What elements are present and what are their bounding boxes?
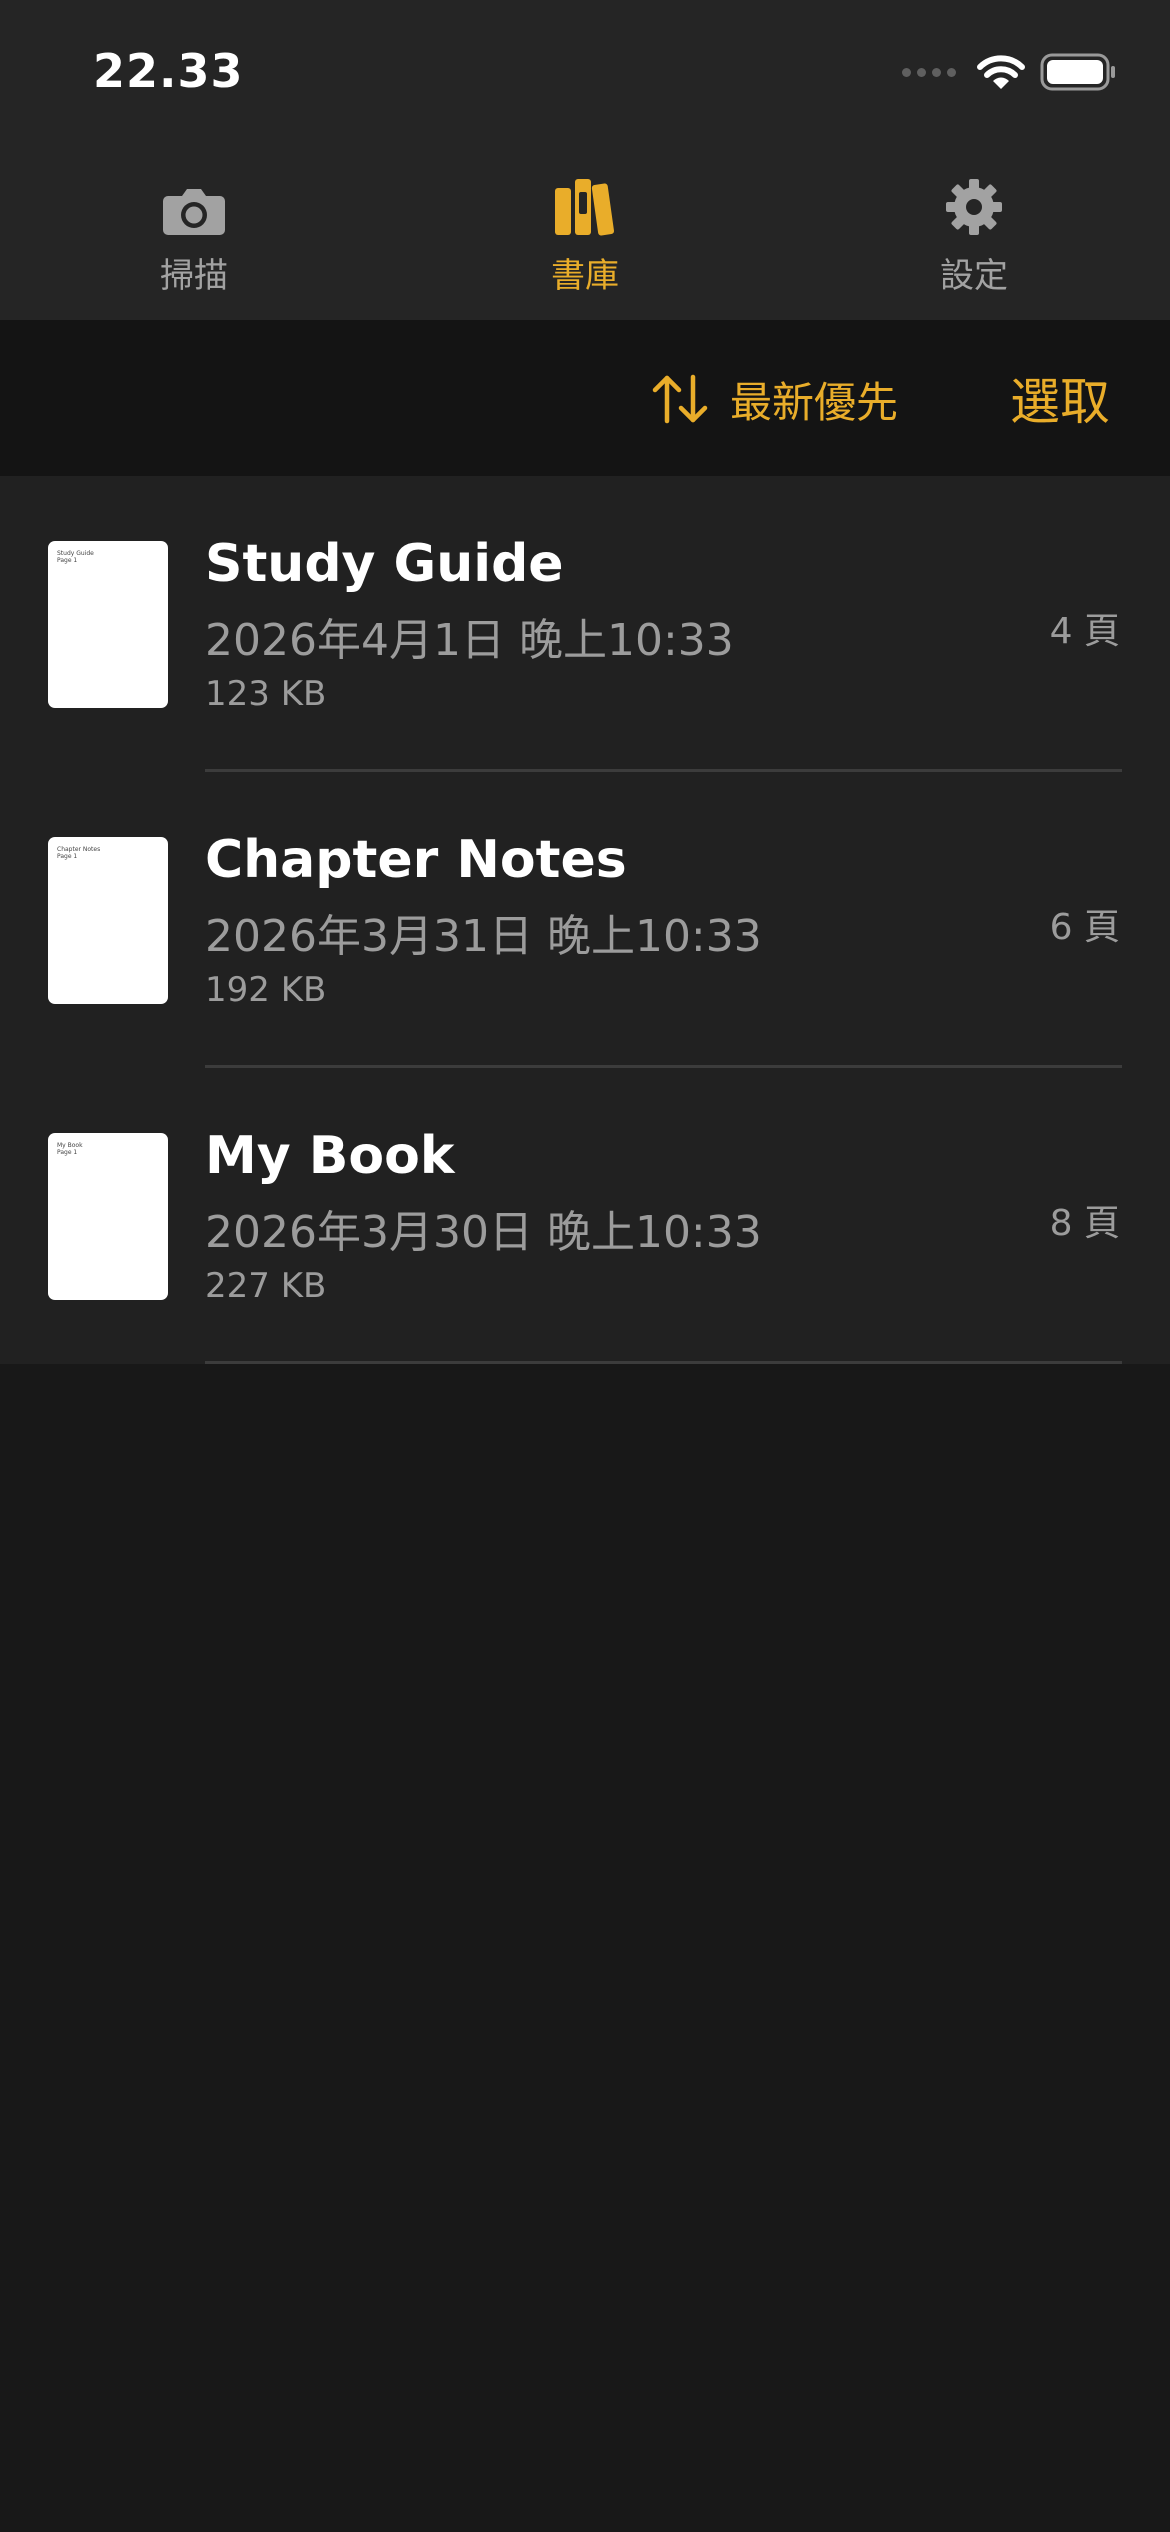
- sort-button[interactable]: 最新優先: [652, 366, 898, 432]
- tab-settings-label: 設定: [940, 256, 1008, 296]
- document-page-count: 6 頁: [1049, 907, 1120, 948]
- tab-library[interactable]: 書庫: [485, 170, 685, 300]
- wifi-icon: [976, 53, 1026, 91]
- tab-bar: 掃描 書庫 設定: [0, 170, 1170, 300]
- list-item[interactable]: My Book Page 1 My Book 2026年3月30日 晚上10:3…: [0, 1068, 1170, 1364]
- document-title: Chapter Notes: [205, 830, 627, 890]
- tab-scan-label: 掃描: [160, 256, 228, 296]
- select-button[interactable]: 選取: [1010, 362, 1110, 434]
- gear-icon: [945, 170, 1003, 236]
- list-item[interactable]: Study Guide Page 1 Study Guide 2026年4月1日…: [0, 476, 1170, 772]
- document-title: My Book: [205, 1126, 455, 1186]
- document-size: 123 KB: [205, 674, 327, 714]
- document-page-count: 4 頁: [1049, 611, 1120, 652]
- cellular-signal-icon: [902, 67, 956, 77]
- top-bar: 22.33 掃描 書庫 設定: [0, 0, 1170, 320]
- document-thumbnail: Study Guide Page 1: [48, 541, 168, 708]
- list-item[interactable]: Chapter Notes Page 1 Chapter Notes 2026年…: [0, 772, 1170, 1068]
- tab-settings[interactable]: 設定: [874, 170, 1074, 300]
- tab-library-label: 書庫: [551, 256, 619, 296]
- thumbnail-subtitle: Page 1: [57, 557, 78, 564]
- thumbnail-subtitle: Page 1: [57, 853, 78, 860]
- battery-icon: [1040, 53, 1116, 91]
- sort-label: 最新優先: [730, 377, 899, 427]
- document-size: 192 KB: [205, 970, 327, 1010]
- status-time: 22.33: [93, 44, 244, 98]
- tab-scan[interactable]: 掃描: [94, 170, 294, 300]
- document-date: 2026年3月30日 晚上10:33: [205, 1207, 762, 1258]
- document-list: Study Guide Page 1 Study Guide 2026年4月1日…: [0, 476, 1170, 1364]
- document-date: 2026年4月1日 晚上10:33: [205, 615, 734, 666]
- thumbnail-title: Chapter Notes: [57, 846, 101, 853]
- camera-icon: [162, 170, 226, 236]
- library-toolbar: 最新優先 選取: [0, 320, 1170, 476]
- document-page-count: 8 頁: [1049, 1203, 1120, 1244]
- books-icon: [554, 170, 616, 236]
- document-date: 2026年3月31日 晚上10:33: [205, 911, 762, 962]
- document-size: 227 KB: [205, 1266, 327, 1306]
- row-divider: [205, 1361, 1122, 1364]
- document-thumbnail: Chapter Notes Page 1: [48, 837, 168, 1004]
- thumbnail-title: Study Guide: [57, 550, 94, 557]
- status-indicators: [902, 52, 1116, 92]
- document-thumbnail: My Book Page 1: [48, 1133, 168, 1300]
- sort-arrows-icon: [652, 374, 708, 424]
- thumbnail-title: My Book: [57, 1142, 83, 1149]
- thumbnail-subtitle: Page 1: [57, 1149, 78, 1156]
- document-title: Study Guide: [205, 534, 564, 594]
